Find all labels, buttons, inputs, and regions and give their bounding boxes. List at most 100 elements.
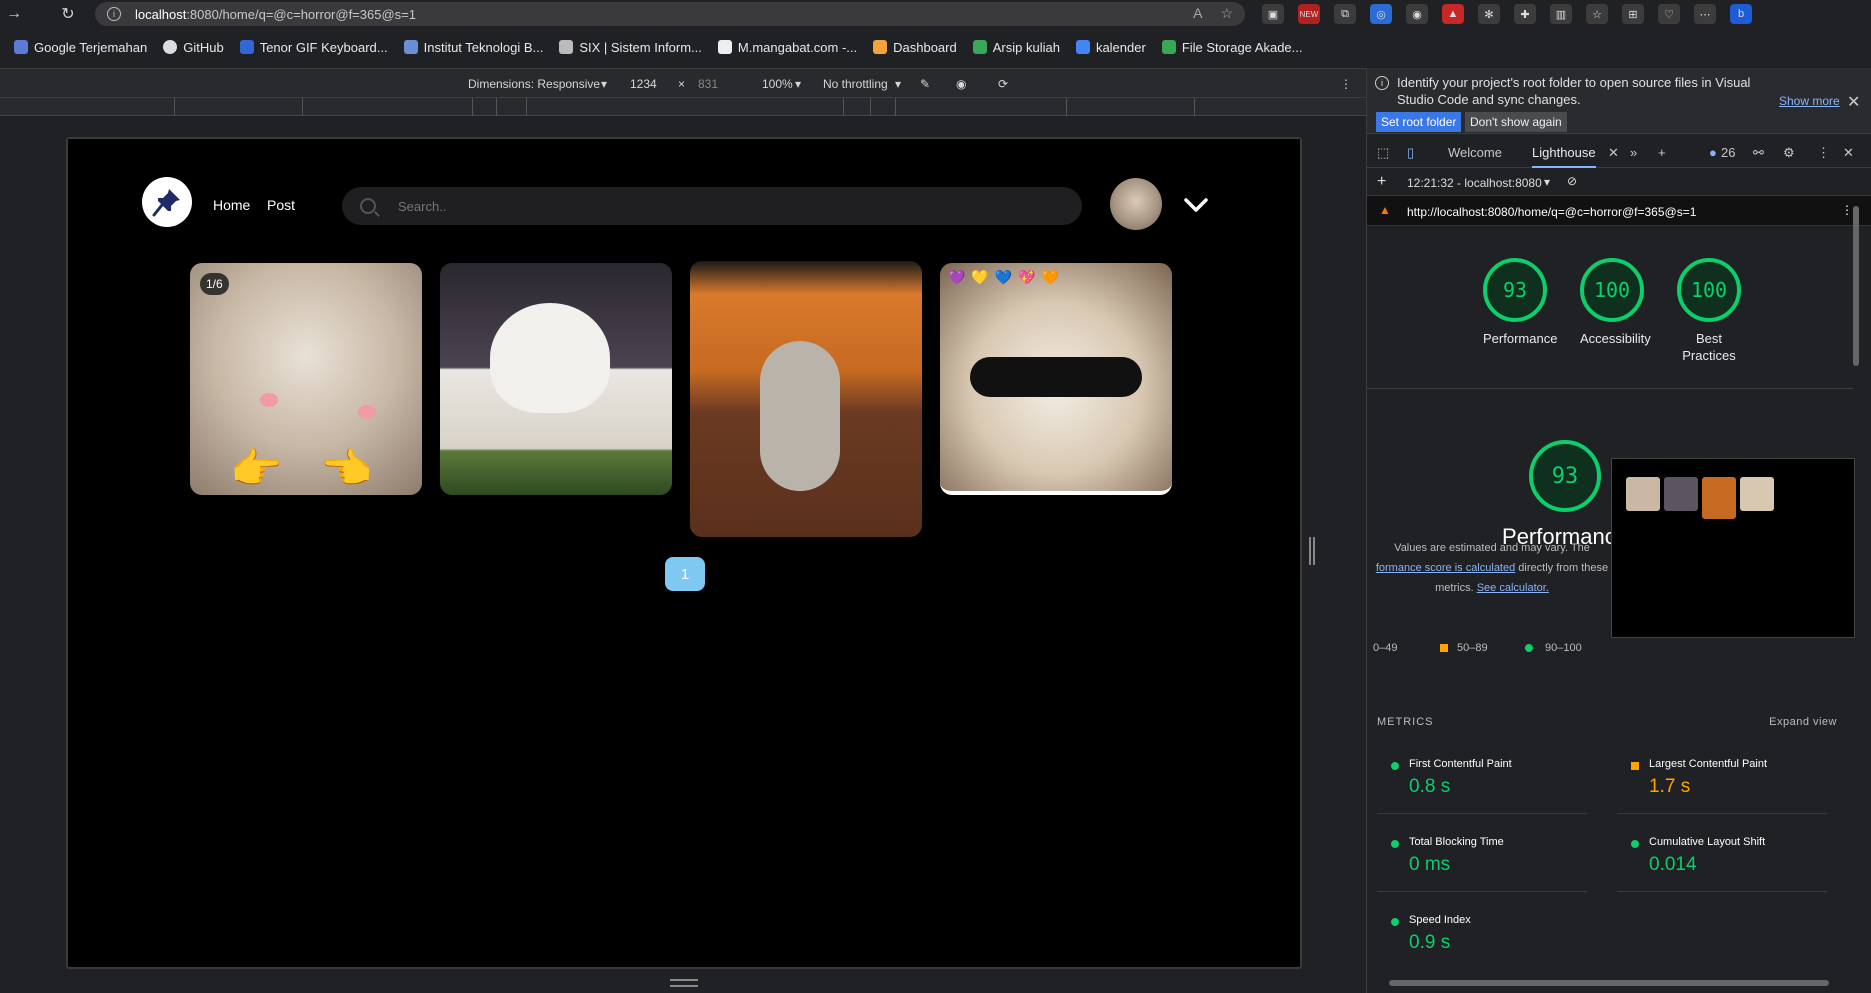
favorite-star-icon[interactable]: ☆: [1220, 5, 1233, 22]
bookmark-item[interactable]: kalender: [1075, 40, 1146, 55]
device-toolbar: Dimensions: Responsive ▾ 1234 × 831 100%…: [0, 68, 1366, 98]
url-host: localhost: [135, 6, 187, 22]
horizontal-scrollbar[interactable]: [1389, 980, 1829, 986]
user-avatar[interactable]: [1110, 178, 1162, 230]
tab-welcome[interactable]: Welcome: [1448, 145, 1502, 160]
post-card[interactable]: [690, 261, 922, 537]
bookmark-item[interactable]: Google Terjemahan: [14, 40, 147, 55]
site-logo[interactable]: [142, 177, 192, 227]
bookmark-item[interactable]: Arsip kuliah: [972, 40, 1060, 55]
set-root-folder-button[interactable]: Set root folder: [1376, 112, 1462, 132]
bookmark-item[interactable]: Tenor GIF Keyboard...: [239, 40, 388, 55]
cat-body: [760, 341, 840, 491]
metric-fcp: First Contentful Paint 0.8 s: [1377, 748, 1587, 814]
bookmark-item[interactable]: Dashboard: [873, 40, 957, 55]
nav-post-link[interactable]: Post: [267, 197, 295, 213]
pagination-page-button[interactable]: 1: [665, 557, 705, 591]
copilot-icon[interactable]: b: [1730, 4, 1752, 24]
post-card[interactable]: 💜💛💙💖🧡: [940, 263, 1172, 495]
expand-view-link[interactable]: Expand view: [1769, 716, 1837, 728]
github-icon: [163, 40, 178, 54]
legend-good-marker: [1525, 644, 1533, 652]
site-search-bar[interactable]: [342, 187, 1082, 225]
more-menu-icon[interactable]: ⋯: [1694, 4, 1716, 24]
dont-show-again-button[interactable]: Don't show again: [1465, 112, 1567, 132]
score-gauge-performance[interactable]: 93 Performance: [1483, 258, 1557, 347]
more-tabs-icon[interactable]: »: [1630, 145, 1637, 160]
close-tab-icon[interactable]: ✕: [1608, 145, 1619, 161]
nav-home-link[interactable]: Home: [213, 197, 250, 213]
status-good-icon: [1631, 840, 1639, 848]
times-sign: ×: [678, 77, 686, 91]
extensions-puzzle-icon[interactable]: ✚: [1514, 4, 1536, 24]
status-average-icon: [1631, 762, 1639, 770]
score-gauge-accessibility[interactable]: 100 Accessibility: [1580, 258, 1651, 347]
dimensions-select[interactable]: Dimensions: Responsive: [468, 77, 600, 91]
width-input[interactable]: 1234: [630, 77, 657, 91]
resize-handle-bottom[interactable]: [670, 979, 698, 987]
address-bar[interactable]: i localhost :8080/home/q=@c=horror@f=365…: [95, 2, 1245, 26]
bookmark-item[interactable]: File Storage Akade...: [1161, 40, 1303, 55]
bookmark-item[interactable]: M.mangabat.com -...: [717, 40, 857, 55]
bookmark-item[interactable]: Institut Teknologi B...: [403, 40, 543, 55]
page-screenshot-thumbnail[interactable]: [1611, 458, 1855, 638]
post-card[interactable]: [440, 263, 672, 495]
inspect-icon[interactable]: ⬚: [1377, 145, 1389, 161]
clear-icon[interactable]: ⊘: [1567, 174, 1577, 188]
performance-score: 93: [1529, 440, 1601, 512]
split-screen-icon[interactable]: ▥: [1550, 4, 1572, 24]
throttle-select[interactable]: No throttling: [823, 77, 888, 91]
see-calculator-link[interactable]: See calculator.: [1477, 582, 1549, 594]
rotate-icon[interactable]: ⟳: [998, 77, 1008, 91]
post-card[interactable]: 👉 👈 1/6: [190, 263, 422, 495]
more-options-icon[interactable]: ⋮: [1817, 145, 1830, 161]
zoom-select[interactable]: 100%: [762, 77, 793, 91]
issues-icon[interactable]: ●: [1709, 145, 1717, 160]
info-message: Identify your project's root folder to o…: [1397, 75, 1751, 107]
vertical-scrollbar[interactable]: [1853, 206, 1859, 366]
report-selector[interactable]: 12:21:32 - localhost:8080: [1407, 176, 1542, 190]
forward-icon[interactable]: →: [0, 0, 28, 28]
report-menu-icon[interactable]: ⋮: [1841, 203, 1853, 217]
devtools-tabs: ⬚ ▯ Welcome Lighthouse ✕ » + ● 26 ⚯ ⚙ ⋮ …: [1367, 136, 1871, 168]
metric-lcp: Largest Contentful Paint 1.7 s: [1617, 748, 1827, 814]
add-tab-icon[interactable]: +: [1658, 145, 1666, 160]
settings-gear-icon[interactable]: ⚙: [1783, 145, 1795, 161]
favorites-icon[interactable]: ☆: [1586, 4, 1608, 24]
issues-count[interactable]: 26: [1721, 145, 1735, 160]
extension-new-badge[interactable]: NEW: [1298, 4, 1320, 24]
new-report-icon[interactable]: +: [1377, 173, 1386, 191]
extension-icon[interactable]: ✻: [1478, 4, 1500, 24]
browser-essentials-icon[interactable]: ♡: [1658, 4, 1680, 24]
device-toggle-icon[interactable]: ▯: [1407, 145, 1414, 161]
extension-icon[interactable]: ⧉: [1334, 4, 1356, 24]
score-calc-link[interactable]: formance score is calculated: [1376, 562, 1515, 574]
chevron-down-icon: ▾: [795, 77, 802, 91]
visibility-icon[interactable]: ◉: [956, 77, 966, 91]
extension-icon[interactable]: ◎: [1370, 4, 1392, 24]
lighthouse-url-bar: ▲ http://localhost:8080/home/q=@c=horror…: [1367, 196, 1871, 226]
height-input[interactable]: 831: [698, 77, 718, 91]
tab-lighthouse[interactable]: Lighthouse: [1532, 145, 1596, 168]
search-input[interactable]: [398, 198, 998, 214]
bookmark-item[interactable]: SIX | Sistem Inform...: [559, 40, 702, 55]
close-icon[interactable]: ✕: [1847, 92, 1860, 112]
score-gauge-best-practices[interactable]: 100 Best Practices: [1677, 258, 1741, 364]
extension-icon[interactable]: ◉: [1406, 4, 1428, 24]
url-path: :8080/home/q=@c=horror@f=365@s=1: [186, 6, 416, 22]
show-more-link[interactable]: Show more: [1779, 94, 1840, 108]
reload-icon[interactable]: ↻: [54, 0, 82, 28]
more-options-icon[interactable]: ⋮: [1340, 77, 1352, 91]
read-aloud-icon[interactable]: A: [1193, 5, 1202, 22]
extension-icon[interactable]: ▲: [1442, 4, 1464, 24]
status-good-icon: [1391, 918, 1399, 926]
customize-icon[interactable]: ⚯: [1753, 145, 1764, 161]
bookmark-item[interactable]: GitHub: [163, 40, 224, 55]
close-devtools-icon[interactable]: ✕: [1843, 145, 1854, 161]
sensor-icon[interactable]: ✎: [920, 77, 930, 91]
extension-icon[interactable]: ▣: [1262, 4, 1284, 24]
chevron-down-icon[interactable]: [1182, 191, 1210, 219]
collections-icon[interactable]: ⊞: [1622, 4, 1644, 24]
site-info-icon[interactable]: i: [107, 7, 121, 21]
resize-handle-right[interactable]: [1309, 537, 1315, 565]
